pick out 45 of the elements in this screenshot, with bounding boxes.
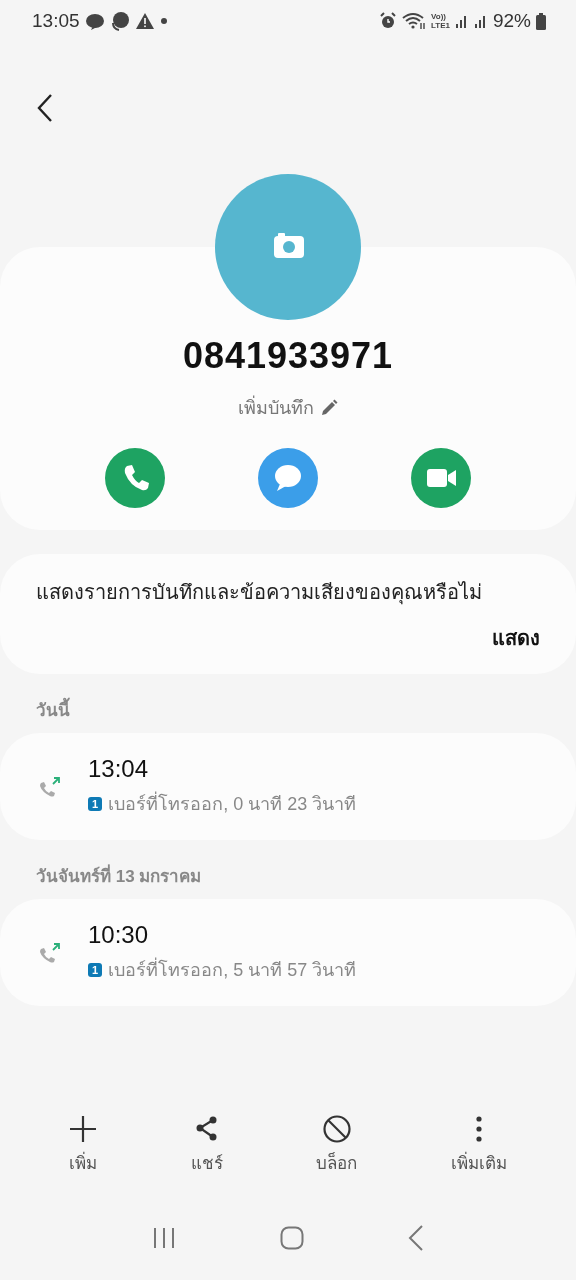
status-time: 13:05 — [32, 10, 80, 32]
video-call-button[interactable] — [411, 448, 471, 508]
block-icon — [322, 1115, 351, 1143]
call-log-item[interactable]: 10:30 1 เบอร์ที่โทรออก, 5 นาที 57 วินาที — [0, 899, 576, 1006]
recent-apps-button[interactable] — [152, 1226, 176, 1250]
call-detail: เบอร์ที่โทรออก, 5 นาที 57 วินาที — [108, 955, 357, 984]
sim-badge: 1 — [88, 962, 103, 977]
add-note-button[interactable]: เพิ่มบันทึก — [236, 391, 340, 424]
toolbar-button[interactable]: บล็อก — [310, 1113, 364, 1178]
chat-bubble-icon — [109, 11, 130, 31]
phone-number: 0841933971 — [182, 335, 394, 377]
avatar-camera-icon[interactable] — [215, 174, 361, 320]
toolbar-button[interactable]: แชร์ — [184, 1113, 229, 1178]
toolbar-button[interactable]: เพิ่ม — [62, 1113, 103, 1178]
pencil-icon — [320, 398, 338, 417]
show-link[interactable]: แสดง — [484, 622, 540, 654]
outgoing-call-icon — [38, 940, 62, 965]
network-type: LTE1 — [431, 21, 450, 30]
more-icon — [476, 1115, 483, 1143]
warning-icon — [134, 12, 155, 30]
call-button[interactable] — [105, 448, 165, 508]
date-heading: วันนี้ — [0, 674, 576, 733]
message-button[interactable] — [258, 448, 318, 508]
signal-icon — [473, 13, 488, 29]
call-time: 13:04 — [88, 755, 150, 783]
call-time: 10:30 — [88, 921, 150, 949]
sim-badge: 1 — [88, 796, 103, 811]
outgoing-call-icon — [38, 774, 62, 799]
signal-icon — [454, 13, 469, 29]
call-log-item[interactable]: 13:04 1 เบอร์ที่โทรออก, 0 นาที 23 วินาที — [0, 733, 576, 840]
dot-icon — [159, 17, 168, 25]
back-nav-button[interactable] — [408, 1225, 424, 1251]
plus-icon — [68, 1115, 97, 1143]
battery-percent: 92% — [492, 10, 531, 32]
network-type: Vo)) — [431, 12, 447, 21]
alarm-icon — [379, 12, 397, 30]
toolbar-button[interactable]: เพิ่มเติม — [445, 1113, 514, 1178]
home-button[interactable] — [280, 1226, 304, 1250]
wifi-icon — [402, 12, 426, 30]
call-detail: เบอร์ที่โทรออก, 0 นาที 23 วินาที — [108, 789, 357, 818]
notice-text: แสดงรายการบันทึกและข้อความเสียงของคุณหรือไม่ — [36, 580, 483, 607]
chat-bubble-icon — [84, 11, 105, 31]
date-heading: วันจันทร์ที่ 13 มกราคม — [0, 840, 576, 899]
battery-icon — [536, 12, 546, 30]
back-icon — [36, 93, 54, 123]
